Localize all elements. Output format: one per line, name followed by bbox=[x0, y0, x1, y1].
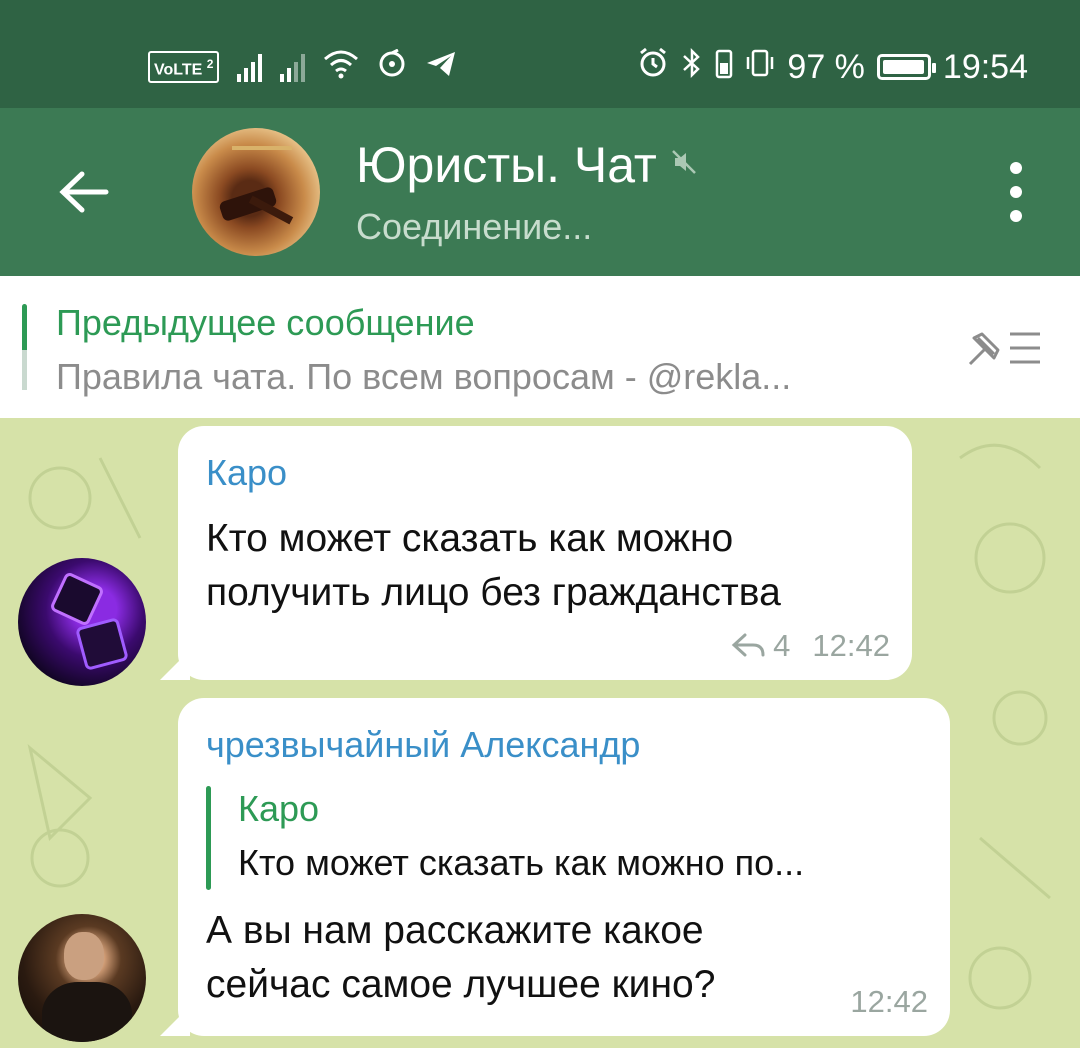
pinned-indicator bbox=[22, 304, 27, 390]
battery-percent: 97 % bbox=[787, 47, 865, 86]
clock: 19:54 bbox=[942, 47, 1028, 86]
signal-icon bbox=[237, 52, 263, 82]
message-text: Кто может сказать как можно получить лиц… bbox=[206, 517, 781, 614]
more-menu-button[interactable] bbox=[1004, 162, 1028, 222]
chat-header: Юристы. Чат Соединение... bbox=[0, 108, 1080, 276]
reply-count: 4 bbox=[773, 628, 791, 663]
replies-button[interactable]: 4 bbox=[731, 628, 790, 664]
message-meta: 12:42 bbox=[850, 984, 928, 1020]
sync-icon bbox=[377, 48, 407, 85]
reply-sender: Каро bbox=[238, 788, 320, 829]
reply-text: Кто может сказать как можно по... bbox=[238, 842, 805, 883]
pinned-text: Правила чата. По всем вопросам - @rekla.… bbox=[56, 356, 792, 397]
dot-icon bbox=[1010, 186, 1022, 198]
message-text: А вы нам расскажите какое сейчас самое л… bbox=[206, 909, 716, 1006]
sender-name[interactable]: чрезвычайный Александр bbox=[206, 724, 640, 766]
dot-icon bbox=[1010, 162, 1022, 174]
pinned-message[interactable]: Предыдущее сообщение Правила чата. По вс… bbox=[0, 276, 1080, 418]
alarm-icon bbox=[637, 47, 669, 88]
chat-title[interactable]: Юристы. Чат bbox=[356, 136, 697, 194]
message-bubble[interactable]: Каро Кто может сказать как можно получит… bbox=[178, 426, 912, 680]
message-meta: 4 12:42 bbox=[731, 628, 890, 664]
signal-icon bbox=[280, 52, 306, 82]
volte-indicator: VoLTE 2 bbox=[148, 50, 220, 84]
pinned-list-icon[interactable] bbox=[964, 324, 1044, 372]
battery-icon bbox=[876, 54, 936, 80]
message-time: 12:42 bbox=[850, 984, 928, 1019]
user-avatar-karo[interactable] bbox=[18, 558, 146, 686]
reply-arrow-icon bbox=[731, 633, 765, 657]
status-bar: VoLTE 2 97 % 19:54 bbox=[0, 0, 1080, 108]
arrow-left-icon bbox=[59, 171, 109, 213]
connection-status: Соединение... bbox=[356, 206, 593, 247]
bluetooth-icon bbox=[681, 47, 703, 88]
battery-saver-icon bbox=[715, 47, 733, 88]
pinned-title: Предыдущее сообщение bbox=[56, 302, 475, 343]
reply-indicator bbox=[206, 786, 211, 890]
message-bubble[interactable]: чрезвычайный Александр Каро Кто может ск… bbox=[178, 698, 950, 1036]
reply-preview[interactable]: Каро Кто может сказать как можно по... bbox=[206, 782, 922, 890]
message-list[interactable]: Каро Кто может сказать как можно получит… bbox=[0, 418, 1080, 1048]
back-button[interactable] bbox=[52, 160, 116, 224]
dot-icon bbox=[1010, 210, 1022, 222]
vibrate-icon bbox=[745, 47, 775, 88]
user-avatar-alexander[interactable] bbox=[18, 914, 146, 1042]
telegram-icon bbox=[425, 50, 457, 84]
message-time: 12:42 bbox=[812, 628, 890, 663]
sender-name[interactable]: Каро bbox=[206, 452, 287, 494]
muted-icon bbox=[671, 149, 697, 182]
wifi-icon bbox=[323, 49, 359, 85]
group-avatar[interactable] bbox=[192, 128, 320, 256]
